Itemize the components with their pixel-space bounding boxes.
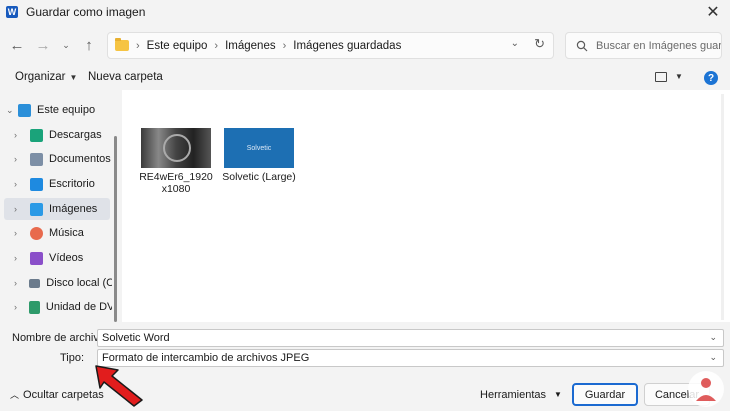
- recent-locations-chevron-icon[interactable]: ⌄: [57, 36, 75, 54]
- hide-folders-label: Ocultar carpetas: [23, 389, 104, 401]
- image-thumbnail: Solvetic: [224, 128, 294, 168]
- sidebar-item-disco-local[interactable]: › Disco local (C:): [0, 272, 112, 294]
- drive-icon: [28, 278, 41, 288]
- refresh-icon[interactable]: ↻: [534, 36, 545, 52]
- chevron-right-icon[interactable]: ›: [14, 204, 24, 214]
- file-item[interactable]: Solvetic Solvetic (Large): [222, 128, 296, 183]
- breadcrumb-separator-icon: ›: [282, 39, 287, 52]
- image-thumbnail: [141, 128, 211, 168]
- chevron-down-icon[interactable]: ⌄: [709, 352, 717, 363]
- search-input[interactable]: [596, 39, 721, 52]
- sidebar-item-label: Música: [49, 227, 84, 239]
- chevron-right-icon[interactable]: ›: [14, 179, 24, 189]
- caret-down-icon[interactable]: ▼: [675, 72, 683, 81]
- file-list: RE4wEr6_1920x1080 Solvetic Solvetic (Lar…: [122, 90, 730, 322]
- sidebar-item-label: Disco local (C:): [46, 277, 112, 289]
- breadcrumb-imagenes-guardadas[interactable]: Imágenes guardadas: [293, 40, 401, 52]
- filename-value: Solvetic Word: [102, 332, 170, 344]
- search-box[interactable]: [565, 32, 722, 59]
- videos-icon: [30, 251, 43, 265]
- title-bar: W Guardar como imagen ✕: [0, 0, 730, 24]
- annotation-arrow-icon: [95, 365, 143, 407]
- pictures-icon: [30, 202, 43, 216]
- dvd-icon: [28, 300, 40, 314]
- view-layout-icon[interactable]: [655, 72, 667, 82]
- file-item[interactable]: RE4wEr6_1920x1080: [139, 128, 213, 195]
- folder-icon: [115, 38, 129, 51]
- watermark-logo-icon: [688, 371, 724, 407]
- sidebar-item-escritorio[interactable]: › Escritorio: [0, 173, 112, 195]
- sidebar-item-label: Descargas: [49, 129, 102, 141]
- address-history-chevron-icon[interactable]: ⌄: [511, 38, 519, 49]
- chevron-right-icon[interactable]: ›: [14, 278, 23, 288]
- back-arrow-icon[interactable]: ←: [8, 36, 26, 54]
- sidebar-item-label: Este equipo: [37, 104, 96, 116]
- content-scrollbar[interactable]: [721, 94, 724, 320]
- breadcrumb-imagenes[interactable]: Imágenes: [225, 40, 276, 52]
- desktop-icon: [30, 177, 43, 191]
- tools-label: Herramientas: [480, 388, 547, 401]
- save-button[interactable]: Guardar: [572, 383, 638, 406]
- sidebar-item-label: Unidad de DVD: [45, 301, 113, 313]
- command-bar: Organizar ▼ Nueva carpeta ▼ ?: [0, 66, 730, 90]
- breadcrumb-este-equipo[interactable]: Este equipo: [147, 40, 208, 52]
- tools-button[interactable]: Herramientas ▼: [476, 383, 566, 406]
- close-icon[interactable]: ✕: [704, 3, 722, 21]
- breadcrumb-separator-icon: ›: [136, 39, 140, 52]
- organize-label: Organizar: [15, 71, 66, 83]
- new-folder-button[interactable]: Nueva carpeta: [88, 71, 163, 83]
- sidebar-scrollbar[interactable]: [114, 136, 117, 322]
- breadcrumb-separator-icon: ›: [214, 39, 219, 52]
- file-name: Solvetic (Large): [222, 171, 296, 183]
- window-title: Guardar como imagen: [26, 5, 146, 19]
- chevron-right-icon[interactable]: ›: [14, 253, 24, 263]
- download-icon: [30, 128, 43, 142]
- chevron-right-icon[interactable]: ›: [14, 302, 23, 312]
- hide-folders-button[interactable]: ︿ Ocultar carpetas: [10, 388, 104, 401]
- chevron-down-icon[interactable]: ⌄: [709, 332, 717, 343]
- chevron-right-icon[interactable]: ›: [14, 228, 24, 238]
- sidebar-item-musica[interactable]: › Música: [0, 222, 112, 244]
- caret-down-icon: ▼: [554, 390, 562, 399]
- documents-icon: [30, 152, 43, 166]
- chevron-right-icon[interactable]: ›: [14, 130, 24, 140]
- forward-arrow-icon[interactable]: →: [34, 36, 52, 54]
- chevron-up-icon: ︿: [10, 390, 20, 400]
- chevron-right-icon[interactable]: ›: [14, 154, 24, 164]
- sidebar-item-videos[interactable]: › Vídeos: [0, 247, 112, 269]
- music-icon: [30, 226, 43, 240]
- sidebar-item-label: Vídeos: [49, 252, 84, 264]
- sidebar-item-dvd[interactable]: › Unidad de DVD: [0, 296, 112, 318]
- filename-label: Nombre de archivo:: [12, 332, 108, 344]
- computer-icon: [18, 103, 31, 117]
- organize-menu[interactable]: Organizar ▼: [15, 71, 77, 83]
- sidebar-item-imagenes[interactable]: › Imágenes: [4, 198, 110, 220]
- search-icon: [574, 40, 590, 52]
- address-bar[interactable]: › Este equipo › Imágenes › Imágenes guar…: [107, 32, 554, 59]
- sidebar-item-label: Documentos: [49, 153, 111, 165]
- file-type-select[interactable]: Formato de intercambio de archivos JPEG …: [97, 349, 724, 367]
- chevron-down-icon[interactable]: ⌄: [6, 105, 16, 116]
- file-type-label: Tipo:: [60, 352, 85, 364]
- file-name: RE4wEr6_1920x1080: [139, 171, 213, 195]
- filename-field[interactable]: Solvetic Word ⌄: [97, 329, 724, 347]
- help-icon[interactable]: ?: [704, 71, 718, 85]
- sidebar-item-label: Escritorio: [49, 178, 95, 190]
- navigation-pane: ⌄ Este equipo › Descargas › Documentos ›…: [0, 90, 122, 322]
- thumbnail-text: Solvetic: [246, 144, 272, 152]
- up-arrow-icon[interactable]: ↑: [80, 36, 98, 54]
- sidebar-item-descargas[interactable]: › Descargas: [0, 124, 112, 146]
- sidebar-item-documentos[interactable]: › Documentos: [0, 148, 112, 170]
- navigation-bar: ← → ⌄ ↑ › Este equipo › Imágenes › Imáge…: [0, 26, 730, 66]
- word-app-icon: W: [6, 6, 18, 18]
- sidebar-item-este-equipo[interactable]: ⌄ Este equipo: [0, 99, 112, 121]
- sidebar-item-label: Imágenes: [49, 203, 98, 215]
- caret-down-icon: ▼: [69, 73, 78, 82]
